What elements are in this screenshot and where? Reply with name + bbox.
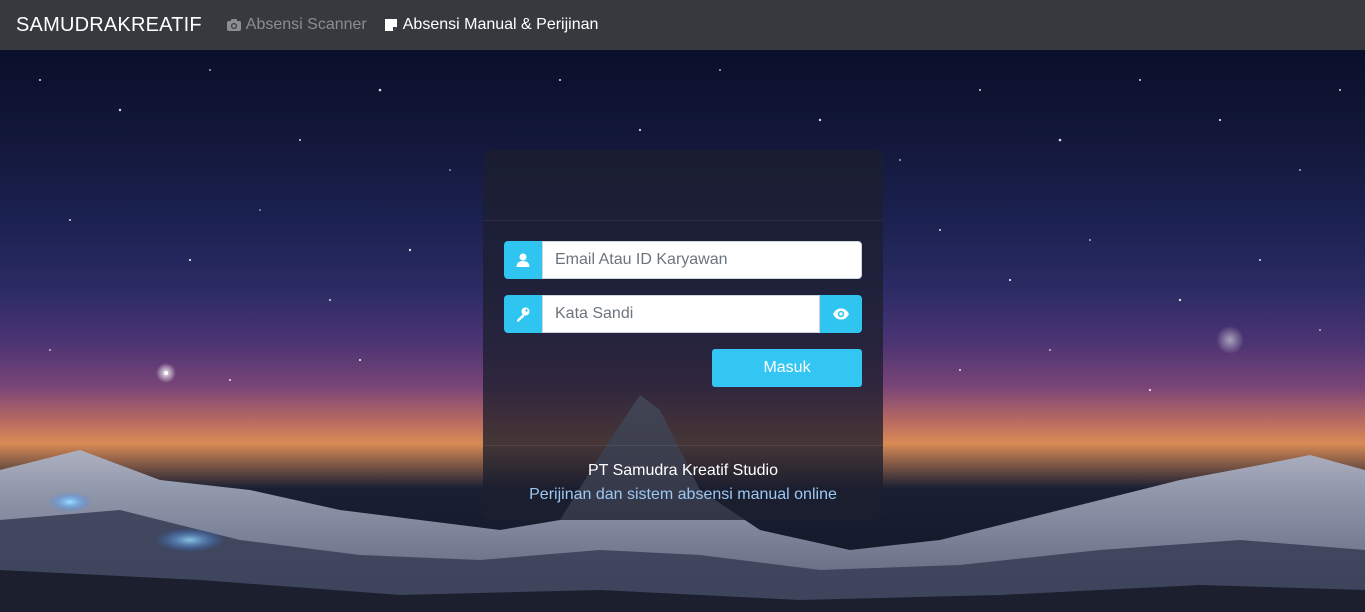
nav-absensi-manual[interactable]: Absensi Manual & Perijinan: [383, 16, 599, 34]
nav-absensi-manual-label: Absensi Manual & Perijinan: [402, 16, 599, 33]
brand-logo[interactable]: SAMUDRAKREATIF: [16, 14, 202, 37]
card-footer-divider: [483, 445, 883, 446]
key-icon: [504, 295, 542, 333]
nav-absensi-scanner-label: Absensi Scanner: [245, 16, 367, 33]
navbar: SAMUDRAKREATIF Absensi Scanner Absensi M…: [0, 0, 1365, 50]
email-input-group: [504, 241, 862, 279]
eye-icon[interactable]: [820, 295, 862, 333]
company-name: PT Samudra Kreatif Studio: [587, 462, 779, 479]
password-field[interactable]: [542, 295, 820, 333]
login-card: Masuk PT Samudra Kreatif Studio Perijina…: [483, 150, 883, 520]
page: SAMUDRAKREATIF Absensi Scanner Absensi M…: [0, 0, 1365, 612]
note-icon: [383, 17, 399, 33]
login-button[interactable]: Masuk: [712, 349, 862, 387]
password-input-group: [504, 295, 862, 333]
user-icon: [504, 241, 542, 279]
email-field[interactable]: [542, 241, 862, 279]
card-header-divider: [483, 220, 883, 221]
nav-absensi-scanner[interactable]: Absensi Scanner: [226, 16, 367, 34]
camera-icon: [226, 17, 242, 33]
app-tagline: Perijinan dan sistem absensi manual onli…: [529, 486, 837, 503]
